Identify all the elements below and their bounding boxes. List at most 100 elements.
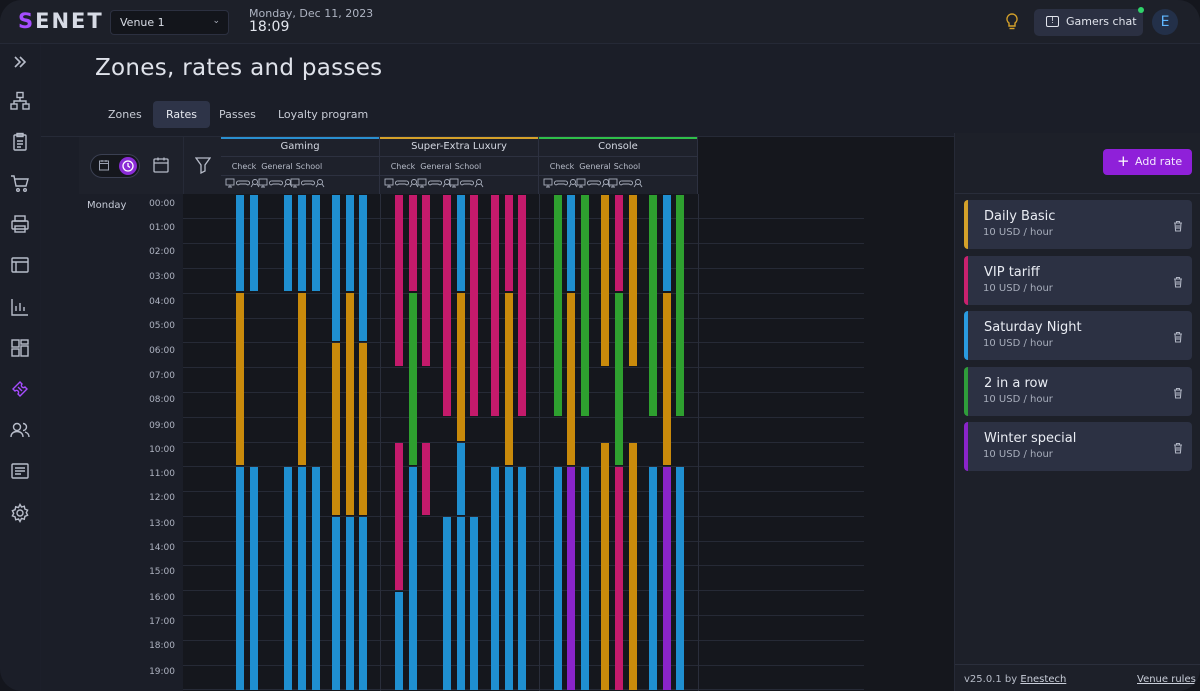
senet-logo[interactable]: SENET [18, 9, 104, 33]
rate-bar[interactable] [409, 195, 417, 291]
rate-bar[interactable] [629, 443, 637, 690]
rate-bar[interactable] [284, 195, 292, 291]
rate-bar[interactable] [615, 293, 623, 465]
rate-bar[interactable] [236, 467, 244, 690]
lightbulb-icon[interactable] [1005, 13, 1019, 31]
rate-bar[interactable] [359, 343, 367, 515]
enestech-link[interactable]: Enestech [1020, 674, 1066, 685]
rate-bar[interactable] [554, 195, 562, 416]
rate-bar[interactable] [409, 293, 417, 465]
rate-bar[interactable] [470, 517, 478, 690]
venue-rules-link[interactable]: Venue rules [1137, 674, 1196, 685]
rate-bar[interactable] [395, 443, 403, 590]
rate-bar[interactable] [491, 195, 499, 416]
rate-bar[interactable] [649, 467, 657, 690]
rate-card[interactable]: Winter special 10 USD / hour [964, 422, 1192, 471]
rate-bar[interactable] [676, 195, 684, 416]
rate-bar[interactable] [470, 195, 478, 416]
rate-bar[interactable] [346, 293, 354, 515]
calendar-icon[interactable] [152, 156, 170, 174]
rate-bar[interactable] [457, 517, 465, 690]
rate-bar[interactable] [443, 195, 451, 416]
rate-bar[interactable] [312, 195, 320, 291]
users-icon[interactable] [10, 420, 30, 440]
rate-bar[interactable] [298, 467, 306, 690]
rate-bar[interactable] [491, 467, 499, 690]
network-icon[interactable] [10, 91, 30, 111]
rate-bar[interactable] [505, 467, 513, 690]
tab-zones[interactable]: Zones [95, 101, 155, 128]
clipboard-icon[interactable] [10, 132, 30, 152]
tab-rates[interactable]: Rates [153, 101, 210, 128]
rate-bar[interactable] [663, 293, 671, 465]
rate-bar[interactable] [250, 195, 258, 291]
dashboard-icon[interactable] [10, 338, 30, 358]
rate-card[interactable]: Daily Basic 10 USD / hour [964, 200, 1192, 249]
window-icon[interactable] [10, 255, 30, 275]
rate-bar[interactable] [395, 592, 403, 690]
rate-bar[interactable] [284, 467, 292, 690]
trash-icon[interactable] [1173, 273, 1183, 288]
expand-sidebar-icon[interactable] [10, 52, 30, 72]
ticket-icon[interactable] [10, 379, 30, 399]
rate-bar[interactable] [359, 517, 367, 690]
rate-card[interactable]: 2 in a row 10 USD / hour [964, 367, 1192, 416]
rate-bar[interactable] [581, 195, 589, 416]
rate-bar[interactable] [601, 443, 609, 690]
news-icon[interactable] [10, 461, 30, 481]
rate-bar[interactable] [332, 343, 340, 515]
rate-bar[interactable] [554, 467, 562, 690]
rate-bar[interactable] [567, 293, 575, 465]
calendar-icon[interactable] [97, 159, 111, 173]
rate-bar[interactable] [312, 467, 320, 690]
rate-bar[interactable] [422, 443, 430, 515]
printer-icon[interactable] [10, 214, 30, 234]
rate-bar[interactable] [422, 195, 430, 366]
cart-icon[interactable] [10, 173, 30, 193]
rate-bar[interactable] [649, 195, 657, 416]
rate-bar[interactable] [457, 443, 465, 515]
rate-bar[interactable] [346, 195, 354, 291]
rate-bar[interactable] [359, 195, 367, 341]
user-avatar[interactable]: E [1152, 9, 1178, 35]
gear-icon[interactable] [10, 503, 30, 523]
add-rate-button[interactable]: + Add rate [1103, 149, 1192, 175]
trash-icon[interactable] [1173, 384, 1183, 399]
rate-bar[interactable] [567, 195, 575, 291]
rate-bar[interactable] [518, 195, 526, 416]
rate-bar[interactable] [236, 195, 244, 291]
view-mode-toggle[interactable] [90, 154, 140, 178]
rate-bar[interactable] [505, 293, 513, 465]
rate-bar[interactable] [567, 467, 575, 690]
rate-bar[interactable] [518, 467, 526, 690]
clock-icon[interactable] [119, 157, 137, 175]
rate-bar[interactable] [581, 467, 589, 690]
rate-card[interactable]: Saturday Night 10 USD / hour [964, 311, 1192, 360]
tab-passes[interactable]: Passes [206, 101, 269, 128]
rate-bar[interactable] [409, 467, 417, 690]
tab-loyalty-program[interactable]: Loyalty program [265, 101, 381, 128]
rate-bar[interactable] [443, 517, 451, 690]
rate-bar[interactable] [615, 467, 623, 690]
venue-select[interactable]: Venue 1 ⌄ [110, 10, 229, 35]
rate-bar[interactable] [457, 293, 465, 441]
rate-bar[interactable] [601, 195, 609, 366]
rate-bar[interactable] [236, 293, 244, 465]
rate-bar[interactable] [332, 195, 340, 341]
filter-icon[interactable] [194, 156, 212, 175]
rate-bar[interactable] [663, 195, 671, 291]
trash-icon[interactable] [1173, 328, 1183, 343]
rate-bar[interactable] [346, 517, 354, 690]
rate-bar[interactable] [505, 195, 513, 291]
bar-chart-icon[interactable] [10, 297, 30, 317]
rate-bar[interactable] [676, 467, 684, 690]
trash-icon[interactable] [1173, 439, 1183, 454]
rate-bar[interactable] [298, 195, 306, 291]
rate-bar[interactable] [332, 517, 340, 690]
gamers-chat-button[interactable]: ! Gamers chat [1034, 9, 1143, 36]
rate-bar[interactable] [457, 195, 465, 291]
trash-icon[interactable] [1173, 217, 1183, 232]
rate-card[interactable]: VIP tariff 10 USD / hour [964, 256, 1192, 305]
rate-bar[interactable] [250, 467, 258, 690]
rate-bar[interactable] [629, 195, 637, 366]
